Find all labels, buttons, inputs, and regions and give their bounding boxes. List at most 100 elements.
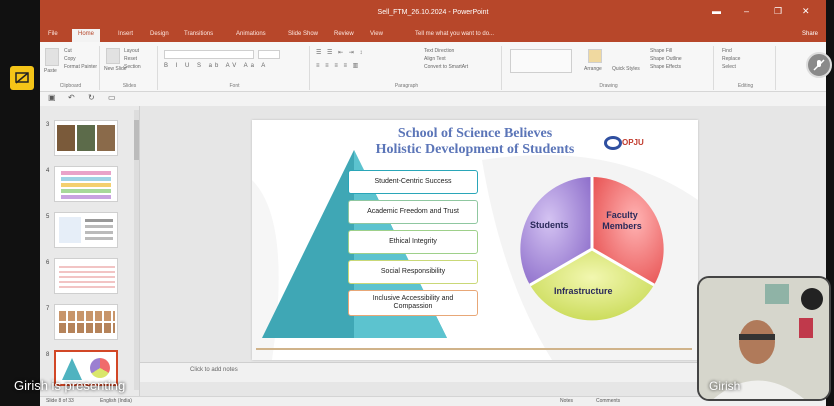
arrange-icon[interactable] (588, 49, 602, 63)
font-group-label: Font (229, 83, 240, 89)
paragraph-group-label: Paragraph (394, 83, 419, 89)
tab-review[interactable]: Review (334, 31, 354, 37)
font-size-box[interactable] (258, 50, 280, 59)
editing-group: Find Replace Select Editing (716, 46, 776, 90)
pillar-academic-freedom: Academic Freedom and Trust (348, 200, 478, 224)
slide-thumbnail-6[interactable] (54, 258, 118, 294)
editing-group-label: Editing (737, 83, 754, 89)
cut-button[interactable]: Cut (64, 48, 72, 54)
reset-button[interactable]: Reset (124, 56, 137, 62)
camera-tile-mic-icon[interactable] (801, 288, 823, 310)
drawing-group-label: Drawing (599, 83, 618, 89)
replace-button[interactable]: Replace (722, 56, 740, 62)
meeting-stage: Sell_FTM_26.10.2024 - PowerPoint ▬ – ❐ ✕… (0, 0, 834, 406)
slides-group-label: Slides (122, 83, 137, 89)
tab-design[interactable]: Design (150, 31, 169, 37)
quick-styles-button[interactable]: Quick Styles (612, 66, 640, 72)
thumbnail-number: 4 (46, 168, 50, 174)
align-text-button[interactable]: Align Text (424, 56, 446, 62)
window-title: Sell_FTM_26.10.2024 - PowerPoint (377, 9, 489, 16)
shape-outline-button[interactable]: Shape Outline (650, 56, 682, 62)
notes-placeholder: Click to add notes (190, 367, 238, 373)
thumbnail-number: 7 (46, 306, 50, 312)
ribbon-tabs: File Home Insert Design Transitions Anim… (40, 28, 826, 42)
university-logo: OPJU (604, 136, 644, 150)
shape-effects-button[interactable]: Shape Effects (650, 64, 681, 70)
font-name-box[interactable] (164, 50, 254, 59)
close-button[interactable]: ✕ (802, 6, 810, 17)
select-button[interactable]: Select (722, 64, 736, 70)
paste-button[interactable]: Paste (44, 68, 57, 74)
mic-muted-icon[interactable] (806, 52, 832, 78)
new-slide-icon[interactable] (106, 48, 120, 64)
ribbon-display-options-icon[interactable]: ▬ (712, 6, 721, 16)
font-group: B I U S ab AV Aa A Font (160, 46, 310, 90)
ribbon: Paste Cut Copy Format Painter Clipboard … (40, 42, 826, 92)
quick-access-toolbar: ▣ ↶ ↻ ▭ (40, 92, 826, 106)
slide-thumbnail-4[interactable] (54, 166, 118, 202)
thumbnail-number: 8 (46, 352, 50, 358)
pillar-social-responsibility: Social Responsibility (348, 260, 478, 284)
tab-slide-show[interactable]: Slide Show (288, 31, 318, 37)
clipboard-group: Paste Cut Copy Format Painter Clipboard (42, 46, 100, 90)
scrollbar-thumb[interactable] (134, 120, 139, 160)
screen-share-icon[interactable] (10, 66, 34, 90)
presenting-label: Girish is presenting (14, 378, 126, 393)
shapes-gallery[interactable] (510, 49, 572, 73)
pillar-inclusive-accessibility: Inclusive Accessibility and Compassion (348, 290, 478, 316)
logo-text: OPJU (622, 138, 644, 147)
tab-file[interactable]: File (48, 31, 58, 37)
cycle-label-faculty: Faculty Members (602, 210, 642, 231)
slide-thumbnails-pane: 3 4 5 6 7 8 (40, 106, 140, 396)
font-formatting-buttons[interactable]: B I U S ab AV Aa A (164, 63, 268, 69)
cycle-label-students: Students (530, 220, 569, 230)
logo-ring-icon (604, 136, 622, 150)
thumbnail-number: 6 (46, 260, 50, 266)
layout-button[interactable]: Layout (124, 48, 139, 54)
drawing-group: Arrange Quick Styles Shape Fill Shape Ou… (504, 46, 714, 90)
slide-thumbnail-7[interactable] (54, 304, 118, 340)
comments-toggle[interactable]: Comments (596, 398, 620, 404)
list-buttons[interactable]: ☰ ☰ ⇤ ⇥ ↕ (316, 49, 364, 56)
tab-home[interactable]: Home (72, 29, 101, 42)
convert-to-smartart-button[interactable]: Convert to SmartArt (424, 64, 468, 70)
shape-fill-button[interactable]: Shape Fill (650, 48, 672, 54)
format-painter-button[interactable]: Format Painter (64, 64, 97, 70)
slide-footer-line (256, 348, 692, 350)
pillar-ethical-integrity: Ethical Integrity (348, 230, 478, 254)
tab-view[interactable]: View (370, 31, 383, 37)
cycle-label-infrastructure: Infrastructure (554, 286, 613, 296)
copy-button[interactable]: Copy (64, 56, 76, 62)
arrange-button[interactable]: Arrange (584, 66, 602, 72)
save-icon[interactable]: ▣ (48, 93, 56, 102)
minimize-button[interactable]: – (744, 6, 749, 16)
current-slide[interactable]: School of Science Believes Holistic Deve… (252, 120, 698, 360)
slide-counter: Slide 8 of 33 (46, 398, 74, 404)
notes-toggle[interactable]: Notes (560, 398, 573, 404)
thumbnail-number: 5 (46, 214, 50, 220)
section-button[interactable]: Section (124, 64, 141, 70)
paste-icon[interactable] (45, 48, 59, 66)
redo-icon[interactable]: ↻ (88, 93, 95, 102)
clipboard-group-label: Clipboard (59, 83, 82, 89)
tab-insert[interactable]: Insert (118, 31, 133, 37)
cycle-diagram (520, 177, 664, 321)
text-direction-button[interactable]: Text Direction (424, 48, 454, 54)
slide-thumbnail-3[interactable] (54, 120, 118, 156)
alignment-buttons[interactable]: ≡ ≡ ≡ ≡ ▥ (316, 62, 360, 69)
share-button[interactable]: Share (802, 31, 818, 37)
participant-video-tile[interactable]: Girish (697, 276, 831, 401)
language-indicator[interactable]: English (India) (100, 398, 132, 404)
thumbnail-number: 3 (46, 122, 50, 128)
restore-button[interactable]: ❐ (774, 6, 782, 17)
slide-thumbnail-5[interactable] (54, 212, 118, 248)
tell-me-search[interactable]: Tell me what you want to do... (415, 31, 494, 37)
tab-transitions[interactable]: Transitions (184, 31, 213, 37)
tab-animations[interactable]: Animations (236, 31, 266, 37)
title-bar: Sell_FTM_26.10.2024 - PowerPoint ▬ – ❐ ✕ (40, 0, 826, 28)
thumbnails-scrollbar[interactable] (134, 110, 139, 390)
start-slideshow-icon[interactable]: ▭ (108, 93, 116, 102)
undo-icon[interactable]: ↶ (68, 93, 75, 102)
paragraph-group: ☰ ☰ ⇤ ⇥ ↕ ≡ ≡ ≡ ≡ ▥ Text Direction Align… (312, 46, 502, 90)
find-button[interactable]: Find (722, 48, 732, 54)
